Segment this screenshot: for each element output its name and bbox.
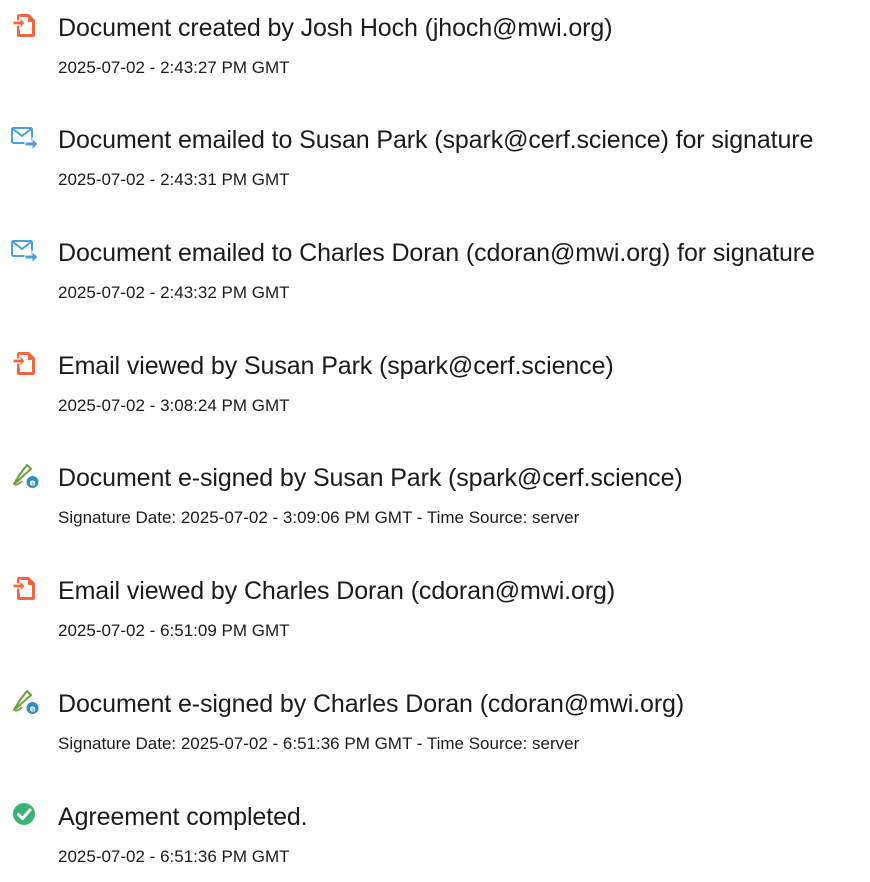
email-sent-icon (10, 122, 40, 152)
audit-event: Email viewed by Susan Park (spark@cerf.s… (0, 338, 870, 415)
event-timestamp: 2025-07-02 - 2:43:31 PM GMT (58, 170, 290, 189)
event-timestamp: 2025-07-02 - 3:08:24 PM GMT (58, 396, 290, 415)
check-circle-icon (10, 799, 40, 829)
audit-event: Document emailed to Charles Doran (cdora… (0, 225, 870, 302)
audit-event: Document created by Josh Hoch (jhoch@mwi… (0, 0, 870, 77)
event-title: Document e-signed by Charles Doran (cdor… (58, 690, 685, 718)
svg-text:e: e (29, 479, 35, 489)
document-icon (10, 573, 40, 603)
event-title: Agreement completed. (58, 803, 308, 831)
event-timestamp: 2025-07-02 - 6:51:09 PM GMT (58, 621, 290, 640)
event-title: Document emailed to Charles Doran (cdora… (58, 239, 815, 267)
event-title: Email viewed by Charles Doran (cdoran@mw… (58, 577, 616, 605)
event-timestamp: 2025-07-02 - 6:51:36 PM GMT (58, 847, 290, 866)
audit-event: Email viewed by Charles Doran (cdoran@mw… (0, 563, 870, 640)
event-title: Email viewed by Susan Park (spark@cerf.s… (58, 352, 614, 380)
event-timestamp: 2025-07-02 - 2:43:32 PM GMT (58, 283, 290, 302)
audit-event: Document emailed to Susan Park (spark@ce… (0, 112, 870, 189)
event-title: Document e-signed by Susan Park (spark@c… (58, 464, 683, 492)
audit-event: Agreement completed. 2025-07-02 - 6:51:3… (0, 789, 870, 866)
svg-text:e: e (29, 705, 35, 715)
e-sign-pen-icon: e (10, 686, 40, 716)
email-sent-icon (10, 235, 40, 265)
event-timestamp: Signature Date: 2025-07-02 - 6:51:36 PM … (58, 734, 580, 753)
document-icon (10, 10, 40, 40)
event-timestamp: 2025-07-02 - 2:43:27 PM GMT (58, 58, 290, 77)
document-icon (10, 348, 40, 378)
audit-event: e Document e-signed by Susan Park (spark… (0, 450, 870, 527)
event-timestamp: Signature Date: 2025-07-02 - 3:09:06 PM … (58, 508, 580, 527)
event-title: Document created by Josh Hoch (jhoch@mwi… (58, 14, 613, 42)
audit-event: e Document e-signed by Charles Doran (cd… (0, 676, 870, 753)
event-title: Document emailed to Susan Park (spark@ce… (58, 126, 814, 154)
e-sign-pen-icon: e (10, 460, 40, 490)
